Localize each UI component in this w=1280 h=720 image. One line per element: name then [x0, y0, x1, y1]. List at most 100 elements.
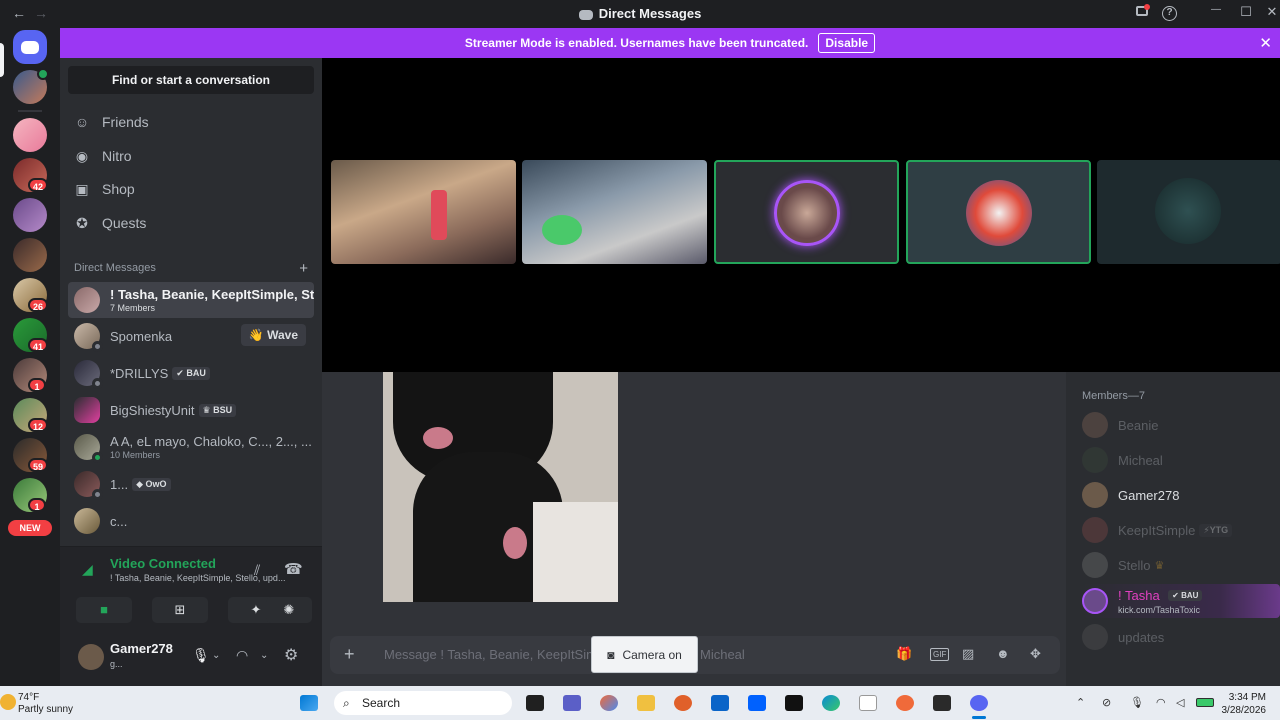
member-item[interactable]: KeepItSimple ⚡YTG [1082, 515, 1278, 545]
active-indicator [972, 716, 986, 719]
home-discord-icon[interactable] [13, 30, 47, 64]
nav-label: Shop [102, 181, 135, 197]
task-view-icon[interactable] [526, 695, 544, 711]
member-item[interactable]: Stello ♛ [1082, 550, 1278, 580]
mention-badge: 41 [28, 338, 49, 352]
help-icon[interactable]: ? [1162, 6, 1177, 21]
dm-name: Spomenka [110, 328, 173, 344]
add-attachment-icon[interactable]: + [344, 644, 355, 665]
member-item[interactable]: updates [1082, 622, 1278, 652]
member-item[interactable]: Beanie [1082, 410, 1278, 440]
wifi-icon[interactable]: ◠ [1156, 696, 1166, 709]
member-item[interactable]: ! Tasha ✔ BAU kick.com/TashaToxic [1082, 584, 1280, 618]
dm-name: *DRILLYS [110, 365, 169, 381]
avatar [1082, 624, 1108, 650]
app-icon[interactable] [933, 695, 951, 711]
guild-tag: ◆ OwO [132, 477, 171, 491]
emoji-icon[interactable]: ☻ [996, 646, 1010, 661]
gift-icon[interactable]: 🎁 [896, 646, 912, 662]
sticker-icon[interactable]: ▨ [962, 646, 974, 662]
minimize-button[interactable]: — [1206, 4, 1226, 15]
teams-icon[interactable] [563, 695, 581, 711]
quests-icon: ✪ [76, 214, 88, 231]
voice-panel: ◢ Video Connected ! Tasha, Beanie, KeepI… [60, 546, 322, 632]
dm-item[interactable]: Spomenka 👋 Wave [68, 318, 314, 354]
nav-shop[interactable]: ▣ Shop [72, 173, 310, 205]
video-tile[interactable] [714, 160, 899, 264]
camera-button[interactable]: ■ [76, 597, 132, 623]
soundboard-button[interactable]: ✺ [266, 597, 312, 623]
member-item[interactable]: Gamer278 [1082, 480, 1278, 510]
file-explorer-icon[interactable] [637, 695, 655, 711]
streamer-mode-banner: Streamer Mode is enabled. Usernames have… [60, 28, 1280, 58]
gear-icon[interactable]: ⚙ [284, 645, 298, 665]
clock[interactable]: 3:34 PM 3/28/2026 [1222, 691, 1267, 717]
gif-icon[interactable]: GIF [930, 648, 950, 661]
noise-suppression-icon[interactable]: ⫽ [254, 562, 260, 579]
copilot-icon[interactable] [600, 695, 618, 711]
weather-widget[interactable]: 74°F Partly sunny [18, 692, 73, 716]
dm-item[interactable]: *DRILLYS ✔ BAU [68, 355, 314, 391]
discord-taskbar-icon[interactable] [970, 695, 988, 711]
message-input[interactable]: Message ! Tasha, Beanie, KeepItSimp [384, 647, 604, 662]
headphones-icon[interactable]: ◠ [236, 647, 248, 664]
member-item[interactable]: Micheal [1082, 445, 1278, 475]
video-tile[interactable] [522, 160, 707, 264]
dm-item[interactable]: BigShiestyUnit ♛ BSU [68, 392, 314, 428]
battery-icon[interactable] [1196, 698, 1214, 707]
server-icon[interactable] [13, 68, 49, 104]
notion-icon[interactable] [785, 695, 803, 711]
avatar [74, 360, 103, 389]
voice-channel[interactable]: ! Tasha, Beanie, KeepItSimple, Stello, u… [110, 573, 300, 583]
nav-quests[interactable]: ✪ Quests [72, 207, 310, 239]
video-tile[interactable] [331, 160, 516, 264]
avatar [774, 180, 840, 246]
dm-item[interactable]: A A, eL mayo, Chaloko, C..., 2..., ... 1… [68, 429, 314, 465]
username[interactable]: Gamer278 [110, 641, 173, 656]
video-tile[interactable] [906, 160, 1091, 264]
close-window-button[interactable]: ✕ [1262, 4, 1280, 20]
shop-icon: ▣ [75, 180, 89, 197]
taskbar-search[interactable]: ⌕ Search [334, 691, 512, 715]
windows-start-icon[interactable] [300, 695, 318, 711]
dropbox-icon[interactable] [748, 695, 766, 711]
close-icon[interactable]: ✕ [1259, 34, 1272, 52]
screen-share-button[interactable]: ⊞ [152, 597, 208, 623]
network-off-icon[interactable]: ⊘ [1102, 696, 1111, 709]
disable-button[interactable]: Disable [818, 33, 876, 53]
server-icon[interactable] [13, 238, 47, 272]
chevron-down-icon[interactable]: ⌄ [260, 650, 268, 661]
notepad-icon[interactable] [859, 695, 877, 711]
chevron-down-icon[interactable]: ⌄ [212, 650, 220, 661]
microphone-tray-icon[interactable]: 🎙 [1130, 696, 1144, 709]
dm-item[interactable]: ! Tasha, Beanie, KeepItSimple, St... 7 M… [68, 282, 314, 318]
nav-nitro[interactable]: ◉ Nitro [72, 140, 310, 172]
server-icon[interactable] [13, 118, 47, 152]
nav-friends[interactable]: ☺ Friends [72, 106, 310, 138]
member-name: Micheal [1118, 452, 1163, 468]
app-icon[interactable] [896, 695, 914, 711]
inbox-icon[interactable] [1132, 4, 1152, 19]
dm-item[interactable]: c... [68, 503, 314, 539]
member-name: Beanie [1118, 417, 1159, 433]
search-input[interactable]: Find or start a conversation [68, 66, 314, 94]
apps-icon[interactable]: ✥ [1030, 646, 1041, 662]
member-header: Members—7 [1082, 390, 1145, 402]
disconnect-icon[interactable]: ☎ [284, 560, 303, 578]
server-icon[interactable] [13, 198, 47, 232]
dm-item[interactable]: 1... ◆ OwO [68, 466, 314, 502]
voice-status[interactable]: Video Connected [110, 556, 216, 571]
firefox-icon[interactable] [674, 695, 692, 711]
microphone-icon[interactable]: 🎙 [192, 647, 210, 664]
chevron-up-icon[interactable]: ⌃ [1076, 696, 1085, 709]
edge-icon[interactable] [822, 695, 840, 711]
volume-icon[interactable]: ◁ [1176, 696, 1184, 709]
create-dm-icon[interactable]: + [299, 260, 308, 277]
status-dot [92, 378, 103, 389]
video-frame[interactable] [383, 372, 618, 602]
video-tile[interactable] [1097, 160, 1280, 264]
maximize-button[interactable]: ☐ [1236, 4, 1256, 20]
avatar[interactable] [78, 644, 104, 670]
mail-icon[interactable] [711, 695, 729, 711]
wave-button[interactable]: 👋 Wave [240, 324, 306, 346]
